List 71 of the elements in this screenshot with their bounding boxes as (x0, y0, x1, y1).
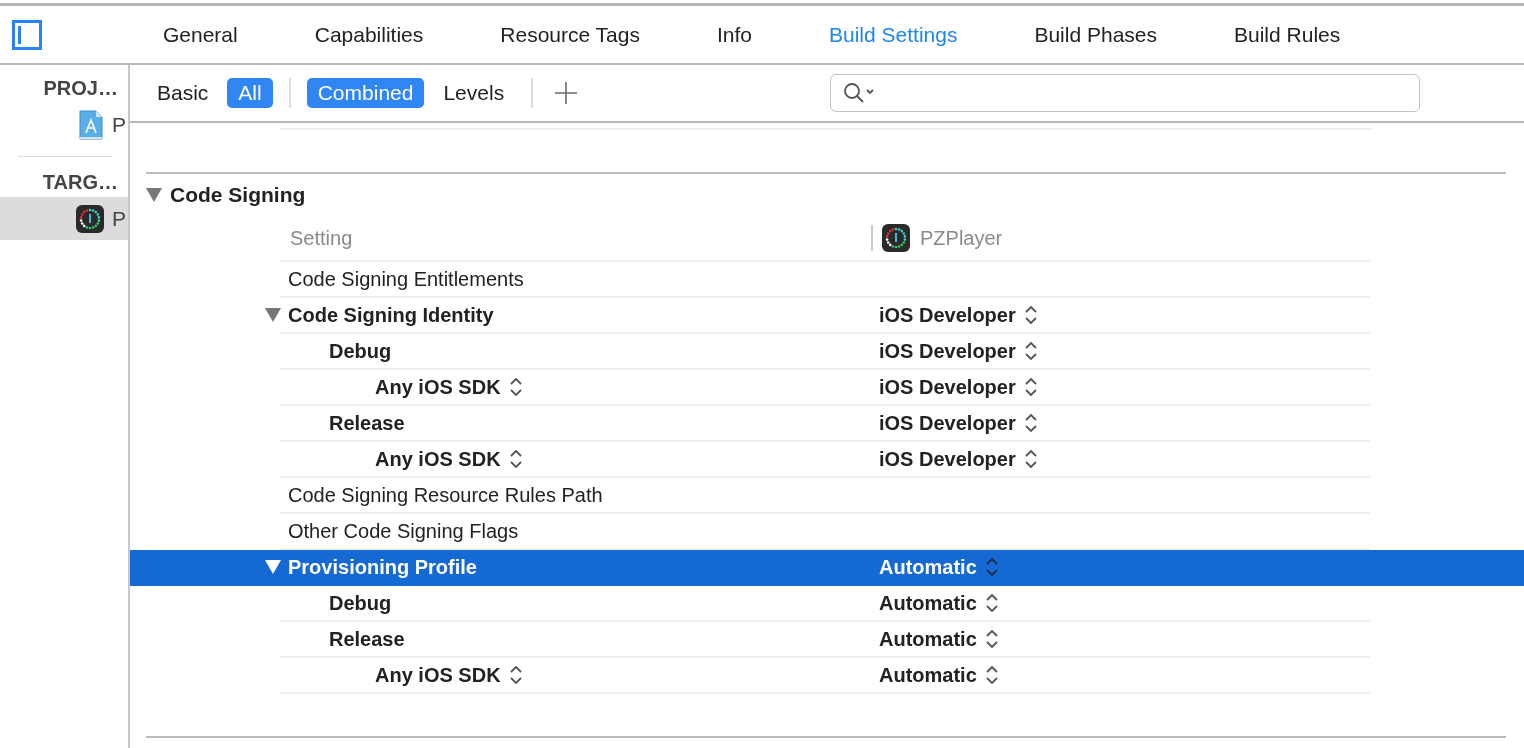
disclosure-triangle-icon[interactable] (265, 560, 281, 574)
setting-name: Release (329, 627, 405, 651)
filter-button[interactable]: All (227, 78, 273, 108)
setting-name: Any iOS SDK (375, 663, 501, 687)
popup-chevron-icon (984, 593, 999, 613)
gauge-app-icon (882, 224, 910, 252)
tab[interactable]: Build Phases (1034, 22, 1157, 47)
setting-value[interactable]: iOS Developer (879, 447, 1016, 471)
popup-chevron-icon (1023, 305, 1038, 325)
setting-value[interactable]: Automatic (879, 591, 977, 615)
setting-name: Release (329, 411, 405, 435)
setting-value[interactable]: iOS Developer (879, 303, 1016, 327)
disclosure-triangle-icon[interactable] (146, 188, 162, 202)
setting-name: Code Signing Resource Rules Path (288, 483, 603, 507)
sidebar-item[interactable]: P (0, 103, 128, 146)
setting-row[interactable]: Provisioning Profile Automatic (130, 550, 1524, 586)
sdk-chevron-icon (508, 449, 523, 469)
tab[interactable]: Build Settings (829, 22, 958, 47)
disclosure-triangle-icon[interactable] (265, 308, 281, 322)
setting-row[interactable]: Debug Automatic (130, 586, 1524, 622)
setting-value[interactable]: Automatic (879, 555, 977, 579)
setting-name: Any iOS SDK (375, 375, 501, 399)
popup-chevron-icon (1023, 341, 1038, 361)
sdk-chevron-icon (508, 377, 523, 397)
setting-value[interactable]: iOS Developer (879, 339, 1016, 363)
setting-value[interactable]: Automatic (879, 627, 977, 651)
setting-name: Code Signing Entitlements (288, 267, 524, 291)
column-header: Setting (289, 226, 354, 250)
setting-value[interactable]: iOS Developer (879, 411, 1016, 435)
popup-chevron-icon (1023, 413, 1038, 433)
tab[interactable]: Info (717, 22, 752, 47)
sdk-chevron-icon (508, 665, 523, 685)
project-file-icon (78, 109, 104, 140)
setting-row[interactable]: Any iOS SDK iOS Developer (130, 370, 1524, 406)
tab[interactable]: Resource Tags (500, 22, 640, 47)
popup-chevron-icon (984, 665, 999, 685)
column-header: PZPlayer (920, 226, 1003, 250)
setting-row[interactable]: Code Signing Resource Rules Path (130, 478, 1524, 514)
setting-row[interactable]: Any iOS SDK Automatic (130, 658, 1524, 694)
setting-name: Any iOS SDK (375, 447, 501, 471)
setting-row[interactable]: Release Automatic (130, 622, 1524, 658)
tab[interactable]: General (163, 22, 238, 47)
popup-chevron-icon (984, 557, 999, 577)
setting-name: Code Signing Identity (288, 303, 494, 327)
setting-row[interactable]: Code Signing Identity iOS Developer (130, 298, 1524, 334)
setting-row[interactable]: Release iOS Developer (130, 406, 1524, 442)
sidebar-item[interactable]: P (0, 197, 128, 240)
popup-chevron-icon (1023, 377, 1038, 397)
sidebar-section-header: TARG… (41, 170, 119, 195)
setting-value[interactable]: iOS Developer (879, 375, 1016, 399)
search-field[interactable] (830, 74, 1421, 112)
plus-icon[interactable] (554, 81, 579, 105)
setting-name: Debug (329, 591, 392, 615)
setting-name: Provisioning Profile (288, 555, 477, 579)
sidebar-toggle-icon[interactable] (12, 19, 42, 50)
setting-value[interactable]: Automatic (879, 663, 977, 687)
setting-row[interactable]: Code Signing Entitlements (130, 262, 1524, 298)
setting-row[interactable]: Any iOS SDK iOS Developer (130, 442, 1524, 478)
tab[interactable]: Capabilities (314, 22, 424, 47)
setting-row[interactable]: Debug iOS Developer (130, 334, 1524, 370)
filter-button[interactable]: Combined (306, 78, 425, 108)
setting-name: Debug (329, 339, 392, 363)
setting-name: Other Code Signing Flags (288, 519, 519, 543)
tab[interactable]: Build Rules (1234, 22, 1341, 47)
popup-chevron-icon (1023, 449, 1038, 469)
section-title: Code Signing (170, 183, 306, 207)
filter-button[interactable]: Basic (146, 78, 220, 108)
sidebar-section-header: PROJ… (42, 76, 119, 101)
filter-button[interactable]: Levels (432, 78, 516, 108)
gauge-app-icon (76, 204, 104, 233)
popup-chevron-icon (984, 629, 999, 649)
